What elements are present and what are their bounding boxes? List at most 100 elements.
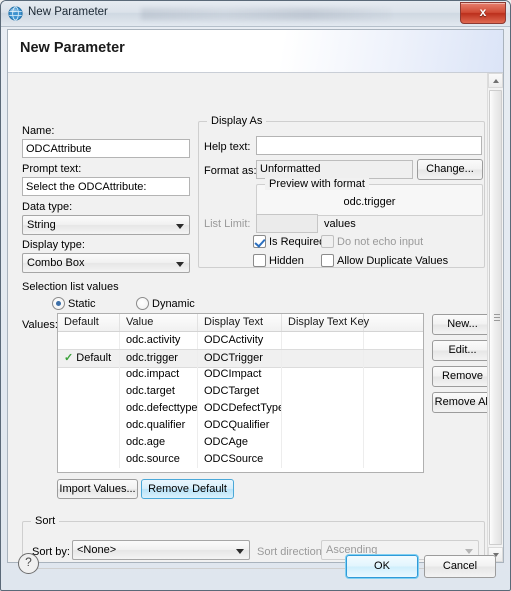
cell-value: odc.trigger [120,350,198,367]
cell-display-text-key [282,400,364,417]
data-type-label: Data type: [22,201,73,213]
sort-direction-label: Sort direction: [257,546,325,558]
window-title: New Parameter [28,6,108,18]
column-header-display-text[interactable]: Display Text [198,314,282,331]
prompt-text-label: Prompt text: [22,163,82,175]
table-header-row: Default Value Display Text Display Text … [58,314,423,332]
column-header-default[interactable]: Default [58,314,120,331]
static-radio[interactable] [52,297,65,310]
cell-default [58,400,120,417]
change-format-button[interactable]: Change... [417,159,483,180]
cell-default [58,417,120,434]
import-values-button[interactable]: Import Values... [57,479,138,499]
default-label: Default [76,352,112,364]
data-type-value: String [27,219,56,231]
cell-display-text: ODCAge [198,434,282,451]
cell-value: odc.target [120,383,198,400]
close-button[interactable]: x [460,2,506,24]
table-row[interactable]: odc.source ODCSource [58,451,423,468]
cell-extra [364,400,423,417]
column-header-display-text-key[interactable]: Display Text Key [282,314,369,331]
dialog-content: New Parameter Name: Prompt text: Data ty… [7,29,504,569]
name-label: Name: [22,125,55,137]
cell-value: odc.age [120,434,198,451]
dynamic-radio-label: Dynamic [152,298,195,310]
sort-by-label: Sort by: [32,546,70,558]
cell-default [58,451,120,468]
sort-by-value: <None> [77,544,117,556]
format-as-value: Unformatted [256,160,413,179]
cell-extra [364,350,423,367]
cell-default [58,383,120,400]
cell-display-text: ODCDefectType [198,400,282,417]
format-as-label: Format as: [204,165,257,177]
remove-all-values-button[interactable]: Remove All [432,392,493,413]
dialog-header: New Parameter [8,30,503,73]
table-row[interactable]: odc.impact ODCImpact [58,366,423,383]
ok-button[interactable]: OK [346,555,418,578]
cell-display-text-key [282,350,364,367]
cell-display-text: ODCTrigger [198,350,282,367]
cell-display-text: ODCTarget [198,383,282,400]
new-parameter-dialog: New Parameter x New Parameter Name: Prom… [0,0,511,591]
cell-extra [364,434,423,451]
hidden-checkbox[interactable] [253,254,266,267]
is-required-checkbox[interactable] [253,235,266,248]
remove-value-button[interactable]: Remove [432,366,493,387]
is-required-label: Is Required [269,236,326,248]
new-value-button[interactable]: New... [432,314,493,335]
name-input[interactable] [22,139,190,158]
values-label: Values: [22,319,58,331]
table-row[interactable]: odc.age ODCAge [58,434,423,451]
preview-group-title: Preview with format [265,178,369,190]
cell-default [58,434,120,451]
display-type-combo[interactable]: Combo Box [22,253,190,273]
table-row[interactable]: odc.target ODCTarget [58,383,423,400]
scrollbar-grip [494,313,500,322]
allow-duplicate-values-checkbox[interactable] [321,254,334,267]
vertical-scrollbar[interactable] [487,73,503,562]
allow-duplicate-values-label: Allow Duplicate Values [337,255,449,267]
prompt-text-input[interactable] [22,177,190,196]
check-icon: ✓ [64,352,77,364]
cell-display-text-key [282,332,364,349]
edit-value-button[interactable]: Edit... [432,340,493,361]
display-as-group-title: Display As [207,115,267,127]
list-limit-suffix: values [324,218,356,230]
column-header-extra[interactable] [364,314,423,331]
list-limit-label: List Limit: [204,218,251,230]
values-table[interactable]: Default Value Display Text Display Text … [57,313,424,473]
do-not-echo-input-checkbox[interactable] [321,235,334,248]
cell-default: ✓ Default [58,350,120,367]
sort-by-combo[interactable]: <None> [72,540,250,560]
cell-display-text: ODCSource [198,451,282,468]
help-button[interactable]: ? [18,553,39,574]
cell-value: odc.activity [120,332,198,349]
help-text-input[interactable] [256,136,482,155]
do-not-echo-input-label: Do not echo input [337,236,424,248]
scroll-up-arrow[interactable] [488,73,503,88]
title-bar-blurred-background [141,8,391,20]
cell-display-text: ODCActivity [198,332,282,349]
cell-extra [364,383,423,400]
scrollbar-thumb[interactable] [489,90,502,545]
display-type-label: Display type: [22,239,85,251]
data-type-combo[interactable]: String [22,215,190,235]
table-row[interactable]: odc.activity ODCActivity [58,332,423,349]
title-bar: New Parameter x [1,1,510,27]
cell-display-text-key [282,366,364,383]
hidden-label: Hidden [269,255,304,267]
list-limit-input[interactable] [256,214,318,233]
chevron-down-icon [465,549,473,554]
column-header-value[interactable]: Value [120,314,198,331]
chevron-down-icon [236,549,244,554]
cell-display-text: ODCQualifier [198,417,282,434]
table-row[interactable]: odc.qualifier ODCQualifier [58,417,423,434]
cell-display-text-key [282,383,364,400]
cell-display-text-key [282,434,364,451]
cancel-button[interactable]: Cancel [424,555,496,578]
remove-default-button[interactable]: Remove Default [141,479,234,499]
dynamic-radio[interactable] [136,297,149,310]
table-row[interactable]: odc.defecttype ODCDefectType [58,400,423,417]
cell-value: odc.impact [120,366,198,383]
